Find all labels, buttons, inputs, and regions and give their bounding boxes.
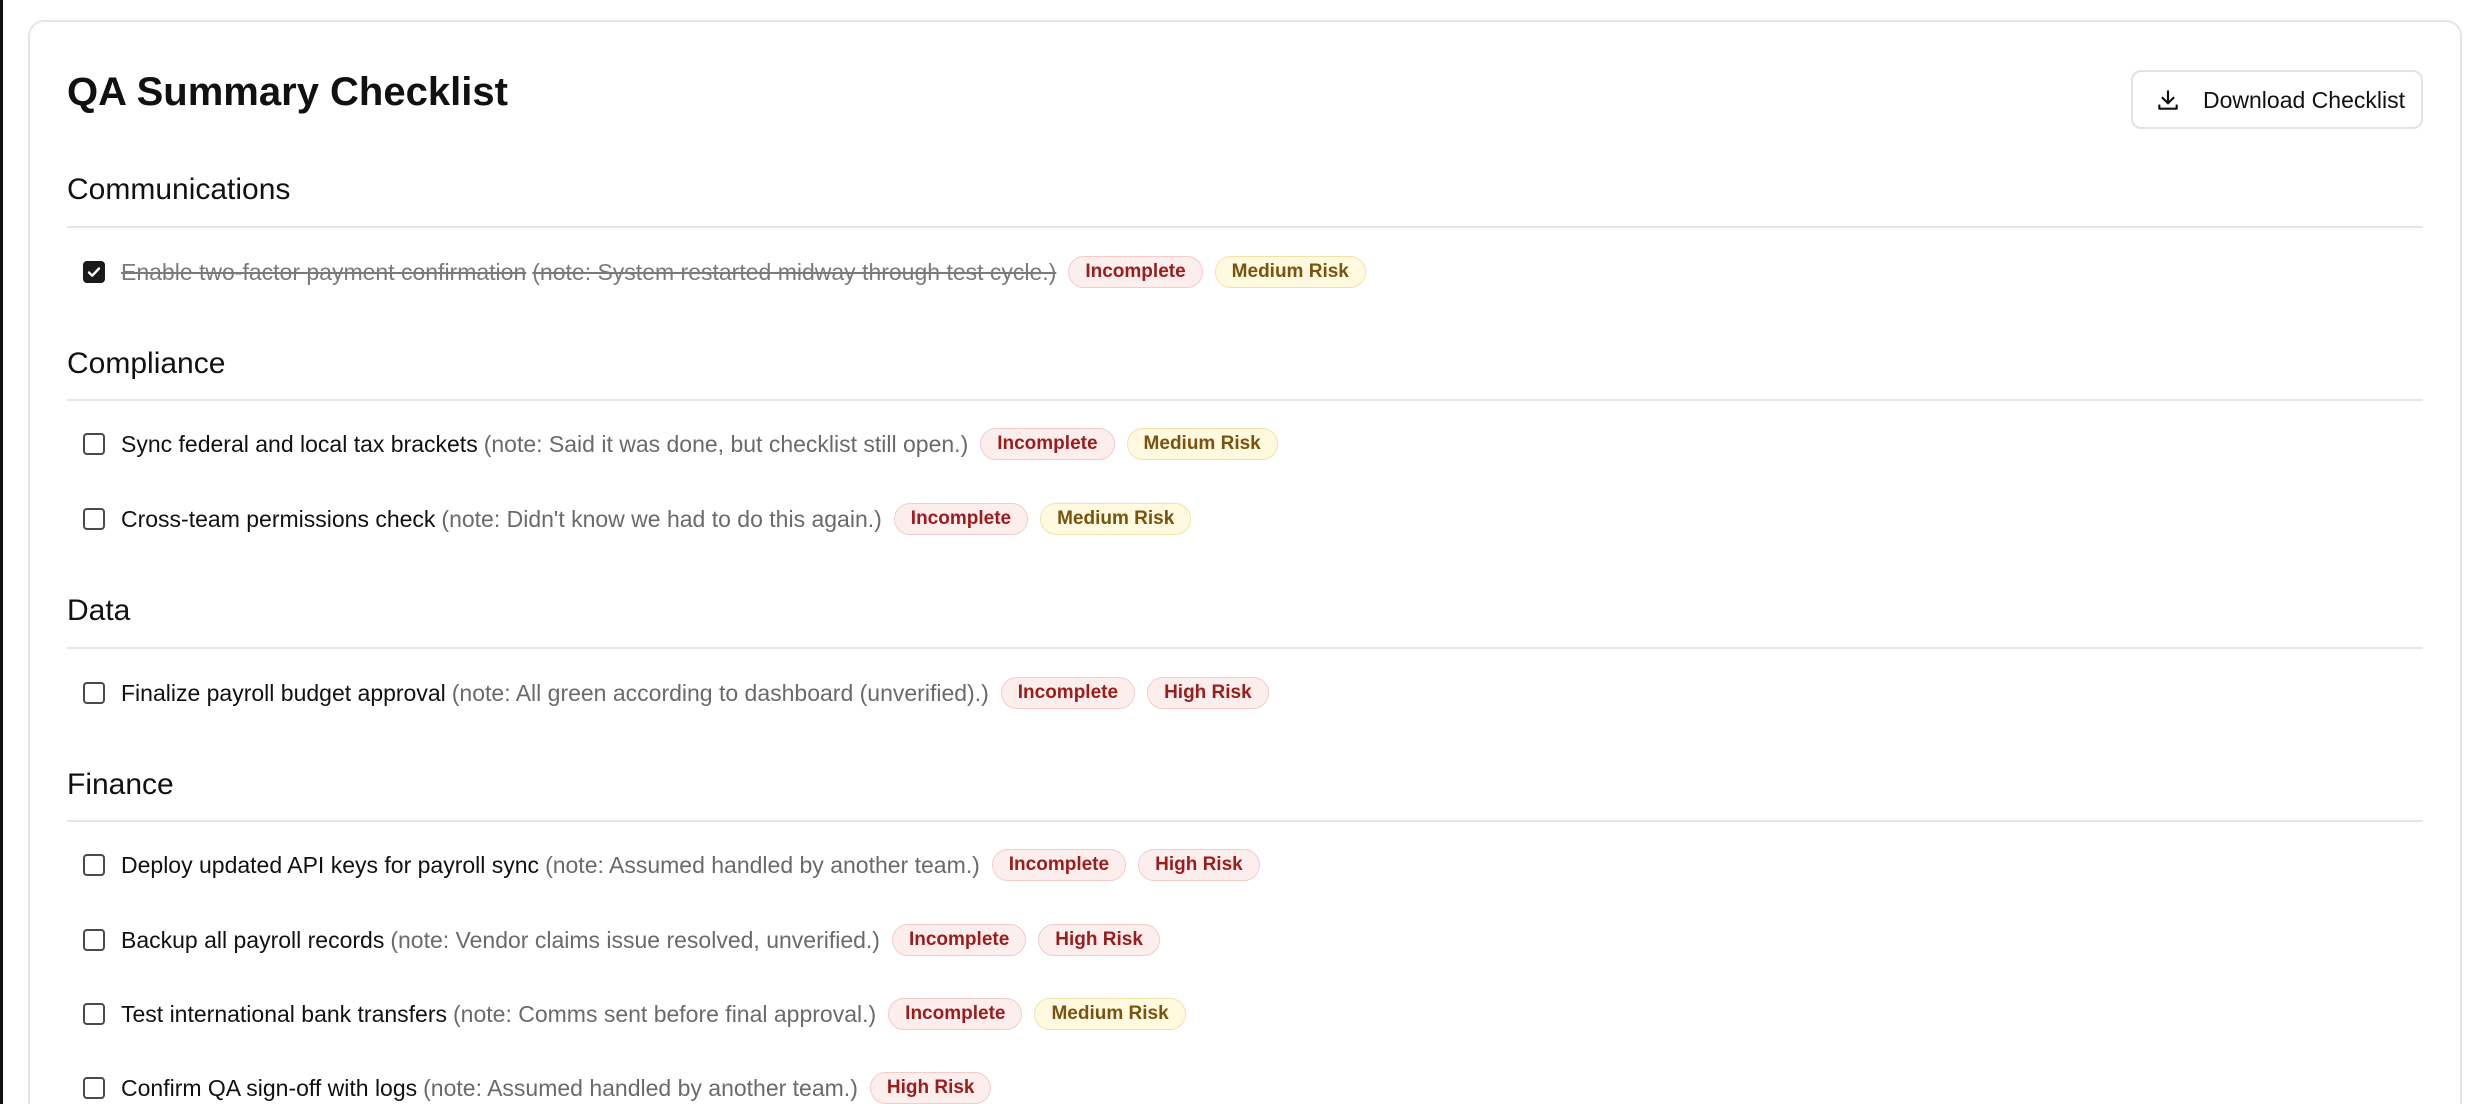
section-divider <box>67 226 2423 228</box>
checklist-item: Confirm QA sign-off with logs (note: Ass… <box>83 1068 992 1104</box>
section-title-communications: Communications <box>67 173 291 206</box>
download-icon <box>2155 87 2181 113</box>
item-label: Test international bank transfers <box>121 1001 448 1027</box>
download-checklist-label: Download Checklist <box>2203 86 2405 113</box>
item-label: Enable two-factor payment confirmation <box>121 259 527 285</box>
item-label: Finalize payroll budget approval <box>121 680 446 706</box>
item-checkbox[interactable] <box>83 261 105 283</box>
risk-badge: High Risk <box>1138 849 1260 881</box>
checklist-item: Cross-team permissions check (note: Didn… <box>83 499 1192 539</box>
item-label: Backup all payroll records <box>121 927 385 953</box>
checklist-item: Deploy updated API keys for payroll sync… <box>83 845 1260 885</box>
checklist-item: Finalize payroll budget approval (note: … <box>83 673 1269 713</box>
item-note: (note: Assumed handled by another team.) <box>545 852 980 878</box>
item-note: (note: System restarted midway through t… <box>532 259 1057 285</box>
section-title-data: Data <box>67 594 131 627</box>
status-badge: Incomplete <box>888 998 1023 1030</box>
status-badge: Incomplete <box>1068 256 1203 288</box>
item-checkbox[interactable] <box>83 682 105 704</box>
item-note: (note: Said it was done, but checklist s… <box>483 431 969 457</box>
item-note: (note: Didn't know we had to do this aga… <box>441 506 882 532</box>
section-divider <box>67 820 2423 822</box>
section-divider <box>67 399 2423 401</box>
window-edge <box>0 0 3 1104</box>
item-label: Confirm QA sign-off with logs <box>121 1075 418 1101</box>
item-label: Sync federal and local tax brackets <box>121 431 478 457</box>
status-badge: Incomplete <box>891 924 1027 956</box>
item-label: Deploy updated API keys for payroll sync <box>121 852 540 878</box>
item-checkbox[interactable] <box>83 1003 105 1025</box>
checkmark-icon <box>87 267 101 277</box>
checklist-item: Test international bank transfers (note:… <box>83 994 1186 1034</box>
section-title-compliance: Compliance <box>67 347 226 380</box>
item-note: (note: Assumed handled by another team.) <box>423 1075 858 1101</box>
item-label: Cross-team permissions check <box>121 506 436 532</box>
item-note: (note: All green according to dashboard … <box>451 680 989 706</box>
risk-badge: Medium Risk <box>1034 998 1186 1030</box>
risk-badge: High Risk <box>1038 924 1160 956</box>
item-checkbox[interactable] <box>83 433 105 455</box>
checklist-item: Enable two-factor payment confirmation (… <box>83 252 1366 292</box>
risk-badge: Medium Risk <box>1040 503 1192 535</box>
status-badge: Incomplete <box>893 503 1029 535</box>
page: QA Summary Checklist Download Checklist … <box>0 0 2482 1104</box>
checklist-item: Sync federal and local tax brackets (not… <box>83 424 1278 464</box>
status-badge: Incomplete <box>1000 677 1136 709</box>
item-note: (note: Comms sent before final approval.… <box>453 1001 877 1027</box>
page-title: QA Summary Checklist <box>67 70 508 114</box>
section-title-finance: Finance <box>67 768 174 801</box>
item-checkbox[interactable] <box>83 854 105 876</box>
status-badge: Incomplete <box>980 428 1115 460</box>
risk-badge: Medium Risk <box>1126 428 1278 460</box>
item-checkbox[interactable] <box>83 1077 105 1099</box>
section-divider <box>67 647 2423 649</box>
risk-badge: High Risk <box>869 1072 992 1104</box>
risk-badge: Medium Risk <box>1214 256 1366 288</box>
checklist-item: Backup all payroll records (note: Vendor… <box>83 920 1160 960</box>
item-checkbox[interactable] <box>83 929 105 951</box>
status-badge: Incomplete <box>991 849 1127 881</box>
risk-badge: High Risk <box>1147 677 1269 709</box>
download-checklist-button[interactable]: Download Checklist <box>2131 70 2423 129</box>
item-note: (note: Vendor claims issue resolved, unv… <box>390 927 880 953</box>
item-checkbox[interactable] <box>83 508 105 530</box>
